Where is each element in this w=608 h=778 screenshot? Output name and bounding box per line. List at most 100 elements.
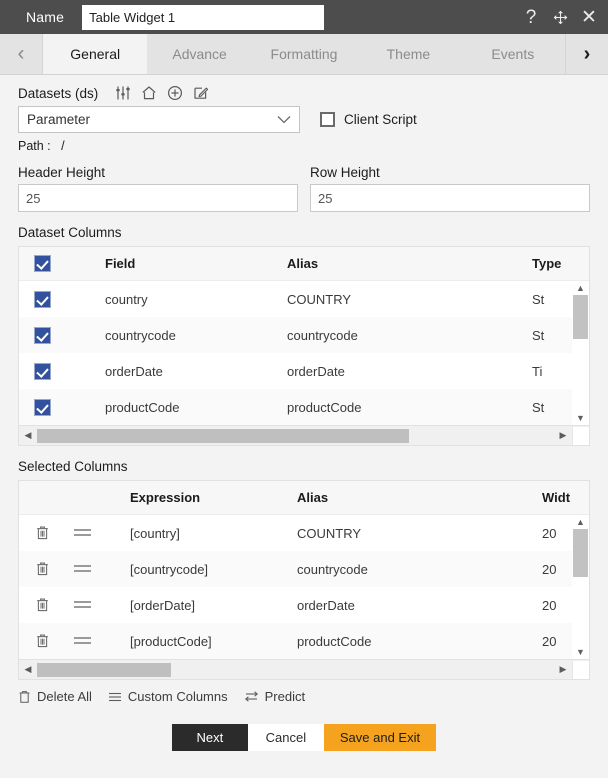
table-row[interactable]: [orderDate] orderDate 20 — [19, 587, 589, 623]
dataset-select[interactable]: Parameter — [18, 106, 300, 133]
edit-icon[interactable] — [193, 85, 209, 101]
tab-formatting[interactable]: Formatting — [251, 34, 357, 74]
home-icon[interactable] — [141, 85, 157, 101]
scroll-down-icon[interactable]: ▼ — [572, 411, 589, 425]
delete-all-button[interactable]: Delete All — [18, 689, 92, 704]
datasets-header: Datasets (ds) — [18, 85, 590, 101]
dataset-grid-vertical-scrollbar[interactable]: ▲ ▼ — [572, 281, 589, 425]
row-checkbox-cell — [19, 290, 57, 308]
plus-circle-icon[interactable] — [167, 85, 183, 101]
tab-theme[interactable]: Theme — [356, 34, 461, 74]
client-script-checkbox[interactable] — [320, 112, 335, 127]
scroll-down-icon[interactable]: ▼ — [572, 645, 589, 659]
sliders-icon[interactable] — [115, 85, 131, 101]
hscroll-track[interactable] — [37, 662, 554, 677]
menu-lines-icon — [108, 691, 122, 703]
dataset-select-value: Parameter — [27, 112, 91, 127]
cell-alias: productCode — [297, 633, 372, 649]
move-icon[interactable] — [551, 8, 569, 26]
table-row[interactable]: countrycode countrycode St — [19, 317, 589, 353]
trash-icon[interactable] — [35, 561, 59, 577]
predict-button[interactable]: Predict — [244, 689, 305, 704]
dialog-footer: Next Cancel Save and Exit — [18, 724, 590, 751]
table-row[interactable]: orderDate orderDate Ti — [19, 353, 589, 389]
dataset-path-row: Path : / — [18, 139, 590, 153]
cell-alias: orderDate — [297, 597, 355, 613]
path-label: Path : — [18, 139, 51, 153]
row-height-label: Row Height — [310, 165, 380, 180]
row-height-input[interactable] — [310, 184, 590, 212]
drag-handle-cell — [59, 529, 105, 537]
row-checkbox[interactable] — [34, 362, 51, 380]
save-and-exit-button[interactable]: Save and Exit — [323, 724, 437, 751]
table-row[interactable]: [productCode] productCode 20 — [19, 623, 589, 659]
scroll-up-icon[interactable]: ▲ — [572, 515, 589, 529]
dataset-select-all-checkbox[interactable] — [34, 255, 51, 272]
hscroll-thumb[interactable] — [37, 428, 410, 443]
dataset-select-all-cell — [19, 255, 57, 272]
tabs-scroll-right-button[interactable]: › — [565, 34, 608, 74]
drag-handle-cell — [59, 565, 105, 573]
scroll-right-icon[interactable]: ▶ — [554, 430, 572, 441]
dataset-columns-title: Dataset Columns — [18, 225, 122, 240]
cell-field: orderDate — [105, 363, 163, 379]
scroll-left-icon[interactable]: ◀ — [19, 430, 37, 441]
drag-handle-icon[interactable] — [73, 637, 91, 645]
vscroll-thumb[interactable] — [573, 529, 588, 577]
tab-advance[interactable]: Advance — [147, 34, 252, 74]
table-row[interactable]: [country] COUNTRY 20 — [19, 515, 589, 551]
drag-handle-cell — [59, 601, 105, 609]
header-height-group: Header Height — [18, 165, 298, 212]
hscroll-track[interactable] — [37, 428, 554, 443]
close-icon[interactable]: ✕ — [580, 8, 598, 27]
general-tab-panel: Datasets (ds) Parameter Client Script Pa… — [0, 75, 608, 778]
vscroll-track[interactable] — [572, 295, 589, 411]
scroll-right-icon[interactable]: ▶ — [554, 664, 572, 675]
tab-events[interactable]: Events — [460, 34, 566, 74]
header-height-input[interactable] — [18, 184, 298, 212]
scroll-up-icon[interactable]: ▲ — [572, 281, 589, 295]
row-checkbox-cell — [19, 362, 57, 380]
selected-col-header-width: Widt — [542, 490, 571, 505]
trash-icon[interactable] — [35, 597, 59, 613]
cell-expression: [orderDate] — [130, 597, 196, 613]
selected-grid-horizontal-scrollbar[interactable]: ◀ ▶ — [18, 660, 590, 680]
vscroll-track[interactable] — [572, 529, 589, 645]
vscroll-thumb[interactable] — [573, 295, 588, 339]
drag-handle-icon[interactable] — [73, 565, 91, 573]
row-checkbox-cell — [19, 326, 57, 344]
table-row[interactable]: country COUNTRY St — [19, 281, 589, 317]
drag-handle-icon[interactable] — [73, 601, 91, 609]
tabs-scroll-left-button[interactable]: ‹ — [0, 34, 43, 74]
trash-icon[interactable] — [35, 633, 59, 649]
cancel-button[interactable]: Cancel — [247, 724, 324, 751]
row-checkbox[interactable] — [34, 326, 51, 344]
dataset-grid-horizontal-scrollbar[interactable]: ◀ ▶ — [18, 426, 590, 446]
tab-general[interactable]: General — [43, 34, 148, 74]
row-checkbox[interactable] — [34, 398, 51, 416]
delete-row-cell — [19, 597, 59, 613]
trash-icon — [18, 690, 31, 704]
dataset-select-row: Parameter Client Script — [18, 106, 590, 133]
row-checkbox[interactable] — [34, 290, 51, 308]
widget-name-input[interactable] — [82, 4, 325, 30]
question-mark-icon[interactable]: ? — [522, 8, 540, 27]
drag-handle-icon[interactable] — [73, 529, 91, 537]
delete-all-label: Delete All — [37, 689, 92, 704]
dataset-col-header-field: Field — [105, 256, 136, 271]
scroll-left-icon[interactable]: ◀ — [19, 664, 37, 675]
table-row[interactable]: productCode productCode St — [19, 389, 589, 425]
header-height-label: Header Height — [18, 165, 106, 180]
custom-columns-button[interactable]: Custom Columns — [108, 689, 228, 704]
client-script-toggle[interactable]: Client Script — [320, 112, 417, 127]
height-fields-row: Header Height Row Height — [18, 165, 590, 212]
trash-icon[interactable] — [35, 525, 59, 541]
selected-columns-body: [country] COUNTRY 20 [countrycode] count… — [19, 515, 589, 659]
table-row[interactable]: [countrycode] countrycode 20 — [19, 551, 589, 587]
cell-alias: COUNTRY — [287, 291, 352, 307]
cell-expression: [country] — [130, 525, 180, 541]
hscroll-thumb[interactable] — [37, 662, 172, 677]
next-button[interactable]: Next — [171, 724, 248, 751]
client-script-label: Client Script — [344, 112, 417, 127]
selected-grid-vertical-scrollbar[interactable]: ▲ ▼ — [572, 515, 589, 659]
